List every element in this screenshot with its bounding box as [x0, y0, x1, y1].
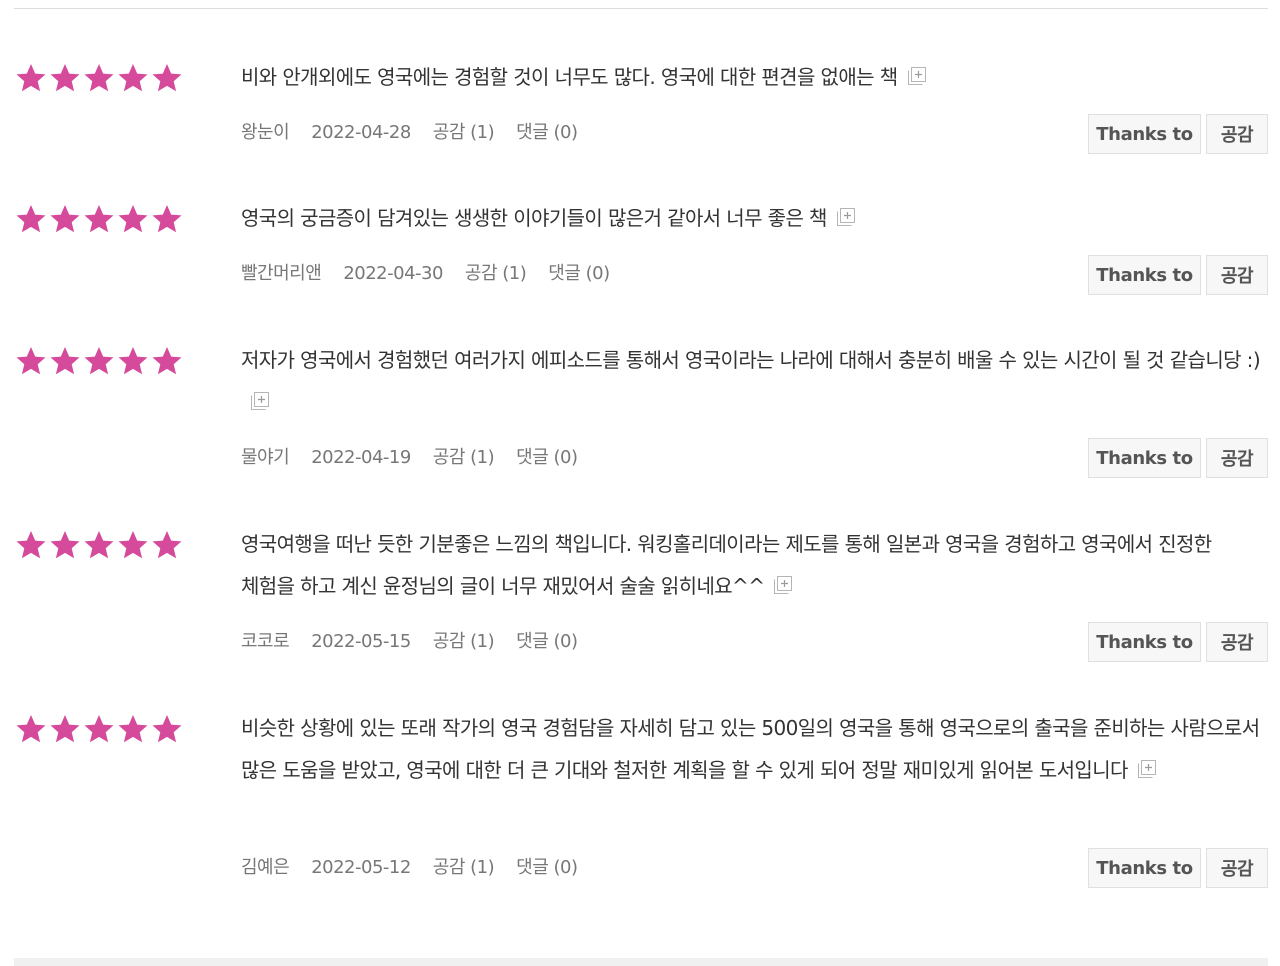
review-meta: 왕눈이 2022-04-28 공감 (1) 댓글 (0): [241, 121, 578, 145]
review-actions: Thanks to 공감: [1088, 848, 1268, 888]
thanks-to-button[interactable]: Thanks to: [1088, 438, 1201, 478]
star-icon: [48, 203, 82, 235]
thanks-to-button[interactable]: Thanks to: [1088, 114, 1201, 154]
star-icon: [14, 529, 48, 561]
star-icon: [82, 529, 116, 561]
review-text-content: 영국의 궁금증이 담겨있는 생생한 이야기들이 많은거 같아서 너무 좋은 책: [241, 206, 827, 230]
rating-stars: [14, 529, 184, 561]
review-text: 비와 안개외에도 영국에는 경험할 것이 너무도 많다. 영국에 대한 편견을 …: [241, 56, 1266, 98]
review-author[interactable]: 왕눈이: [241, 121, 290, 145]
star-icon: [82, 345, 116, 377]
star-icon: [150, 713, 184, 745]
star-icon: [150, 345, 184, 377]
star-icon: [150, 529, 184, 561]
like-button[interactable]: 공감: [1206, 848, 1268, 888]
rating-stars: [14, 203, 184, 235]
review-meta: 물야기 2022-04-19 공감 (1) 댓글 (0): [241, 446, 578, 470]
star-icon: [116, 529, 150, 561]
expand-icon[interactable]: [1136, 752, 1158, 778]
like-button[interactable]: 공감: [1206, 438, 1268, 478]
star-icon: [14, 345, 48, 377]
like-button[interactable]: 공감: [1206, 622, 1268, 662]
review-date: 2022-04-28: [311, 122, 411, 143]
review-text-content: 비와 안개외에도 영국에는 경험할 것이 너무도 많다. 영국에 대한 편견을 …: [241, 65, 898, 89]
star-icon: [48, 713, 82, 745]
expand-icon[interactable]: [906, 59, 928, 85]
review-author[interactable]: 물야기: [241, 446, 290, 470]
review-author[interactable]: 김예은: [241, 856, 290, 880]
star-icon: [48, 529, 82, 561]
expand-icon[interactable]: [249, 384, 271, 410]
review-text-content: 저자가 영국에서 경험했던 여러가지 에피소드를 통해서 영국이라는 나라에 대…: [241, 348, 1261, 372]
like-count[interactable]: 공감 (1): [433, 856, 495, 880]
rating-stars: [14, 62, 184, 94]
bottom-divider: [14, 958, 1268, 966]
like-count[interactable]: 공감 (1): [433, 446, 495, 470]
star-icon: [82, 62, 116, 94]
comment-count[interactable]: 댓글 (0): [516, 121, 578, 145]
like-count[interactable]: 공감 (1): [433, 630, 495, 654]
review-date: 2022-04-30: [343, 263, 443, 284]
rating-stars: [14, 713, 184, 745]
review-meta: 코코로 2022-05-15 공감 (1) 댓글 (0): [241, 630, 578, 654]
star-icon: [14, 713, 48, 745]
star-icon: [48, 345, 82, 377]
review-actions: Thanks to 공감: [1088, 114, 1268, 154]
comment-count[interactable]: 댓글 (0): [516, 856, 578, 880]
star-icon: [48, 62, 82, 94]
star-icon: [116, 62, 150, 94]
review-actions: Thanks to 공감: [1088, 255, 1268, 295]
review-meta: 김예은 2022-05-12 공감 (1) 댓글 (0): [241, 856, 578, 880]
review-date: 2022-05-12: [311, 857, 411, 878]
like-button[interactable]: 공감: [1206, 114, 1268, 154]
review-text: 저자가 영국에서 경험했던 여러가지 에피소드를 통해서 영국이라는 나라에 대…: [241, 339, 1266, 423]
review-author[interactable]: 코코로: [241, 630, 290, 654]
thanks-to-button[interactable]: Thanks to: [1088, 255, 1201, 295]
like-count[interactable]: 공감 (1): [465, 262, 527, 286]
review-date: 2022-04-19: [311, 447, 411, 468]
review-actions: Thanks to 공감: [1088, 622, 1268, 662]
rating-stars: [14, 345, 184, 377]
star-icon: [150, 203, 184, 235]
review-actions: Thanks to 공감: [1088, 438, 1268, 478]
like-button[interactable]: 공감: [1206, 255, 1268, 295]
star-icon: [82, 203, 116, 235]
thanks-to-button[interactable]: Thanks to: [1088, 848, 1201, 888]
review-text: 영국의 궁금증이 담겨있는 생생한 이야기들이 많은거 같아서 너무 좋은 책: [241, 197, 1266, 239]
review-text-content: 영국여행을 떠난 듯한 기분좋은 느낌의 책입니다. 워킹홀리데이라는 제도를 …: [241, 532, 1212, 598]
star-icon: [150, 62, 184, 94]
comment-count[interactable]: 댓글 (0): [516, 446, 578, 470]
comment-count[interactable]: 댓글 (0): [516, 630, 578, 654]
star-icon: [116, 203, 150, 235]
like-count[interactable]: 공감 (1): [433, 121, 495, 145]
review-text: 비슷한 상황에 있는 또래 작가의 영국 경험담을 자세히 담고 있는 500일…: [241, 707, 1266, 791]
review-text-content: 비슷한 상황에 있는 또래 작가의 영국 경험담을 자세히 담고 있는 500일…: [241, 716, 1260, 782]
comment-count[interactable]: 댓글 (0): [548, 262, 610, 286]
review-text: 영국여행을 떠난 듯한 기분좋은 느낌의 책입니다. 워킹홀리데이라는 제도를 …: [241, 523, 1266, 607]
review-author[interactable]: 빨간머리앤: [241, 262, 322, 286]
thanks-to-button[interactable]: Thanks to: [1088, 622, 1201, 662]
star-icon: [116, 345, 150, 377]
star-icon: [82, 713, 116, 745]
review-date: 2022-05-15: [311, 631, 411, 652]
star-icon: [116, 713, 150, 745]
expand-icon[interactable]: [835, 200, 857, 226]
review-meta: 빨간머리앤 2022-04-30 공감 (1) 댓글 (0): [241, 262, 610, 286]
star-icon: [14, 203, 48, 235]
expand-icon[interactable]: [772, 568, 794, 594]
top-divider: [14, 8, 1268, 9]
star-icon: [14, 62, 48, 94]
